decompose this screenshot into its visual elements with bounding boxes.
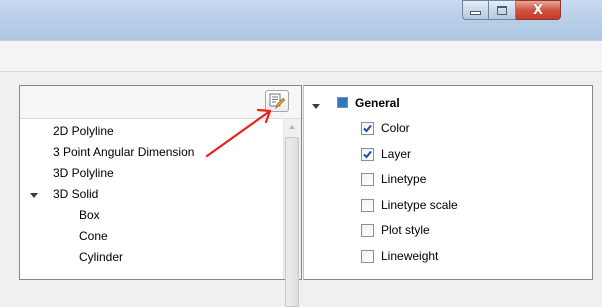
scroll-thumb[interactable] (285, 137, 299, 307)
maximize-button[interactable] (489, 0, 516, 20)
close-icon: X (532, 2, 544, 18)
group-label-general[interactable]: General (355, 93, 400, 113)
property-label[interactable]: Plot style (381, 220, 430, 240)
tree-item-label: Box (79, 208, 100, 222)
tree-item[interactable]: 3D Polyline (53, 163, 114, 183)
tree-item[interactable]: 3D Solid (53, 184, 98, 204)
tree-item[interactable]: 2D Polyline (53, 121, 114, 141)
property-label[interactable]: Color (381, 118, 410, 138)
tree-item-label: 2D Polyline (53, 124, 114, 138)
tree-item[interactable]: Cylinder (79, 247, 123, 267)
property-panel: General Color Layer Linetype Linetype scale… (303, 85, 593, 280)
minimize-button[interactable] (462, 0, 489, 20)
caption-buttons: X (462, 0, 561, 20)
tree-item[interactable]: 3 Point Angular Dimension (53, 142, 194, 162)
maximize-icon (497, 5, 507, 15)
object-panel-header (20, 86, 301, 119)
property-checkbox[interactable] (361, 122, 374, 135)
group-expand-arrow-icon[interactable] (312, 104, 320, 109)
property-checkbox[interactable] (361, 173, 374, 186)
tree-item[interactable]: Cone (79, 226, 108, 246)
title-bar: X (0, 0, 602, 40)
scroll-up-icon[interactable] (289, 125, 295, 129)
edit-list-button[interactable] (265, 90, 289, 112)
property-checkbox[interactable] (361, 147, 374, 161)
object-type-panel: 2D Polyline 3 Point Angular Dimension 3D P… (19, 85, 302, 307)
tree-item-label: 3D Polyline (53, 166, 114, 180)
tree-item-label: 3 Point Angular Dimension (53, 145, 195, 159)
expand-arrow-icon[interactable] (30, 193, 38, 198)
property-checkbox[interactable] (361, 198, 374, 212)
edit-list-icon (269, 93, 285, 109)
tree-item-label: 3D Solid (53, 187, 99, 201)
checkmark-icon (363, 124, 372, 133)
minimize-icon (470, 11, 481, 15)
property-checkbox[interactable] (361, 249, 374, 263)
vertical-scrollbar[interactable] (283, 119, 301, 307)
toolbar-area (0, 40, 602, 72)
object-type-tree: 2D Polyline 3 Point Angular Dimension 3D P… (20, 119, 284, 279)
tree-item-label: Cone (79, 229, 108, 243)
property-label[interactable]: Linetype scale (381, 195, 458, 215)
checkmark-icon (363, 150, 372, 158)
tree-item[interactable]: Box (79, 205, 100, 225)
property-label[interactable]: Linetype (381, 169, 426, 189)
property-checkbox[interactable] (361, 224, 374, 237)
tree-item-label: Cylinder (79, 250, 124, 264)
property-label[interactable]: Lineweight (381, 246, 438, 266)
property-label[interactable]: Layer (381, 144, 411, 164)
close-button[interactable]: X (516, 0, 561, 20)
group-icon (337, 97, 348, 108)
